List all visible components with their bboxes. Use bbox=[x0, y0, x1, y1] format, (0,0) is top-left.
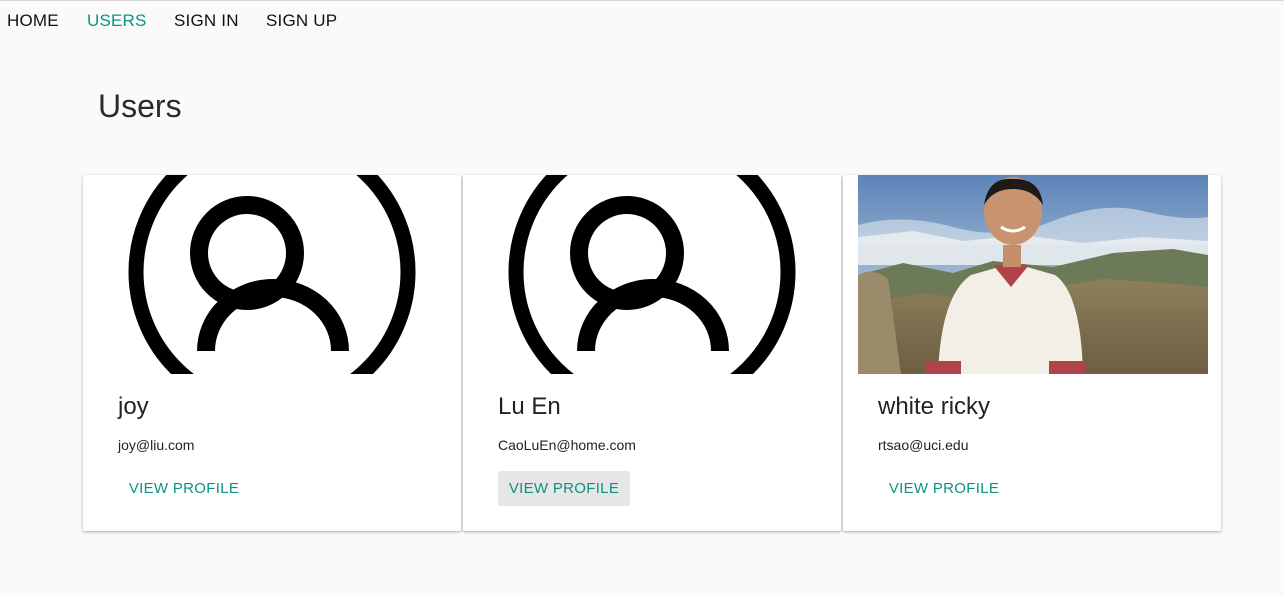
view-profile-button[interactable]: VIEW PROFILE bbox=[498, 471, 630, 506]
user-card: white ricky rtsao@uci.edu VIEW PROFILE bbox=[843, 175, 1221, 531]
user-avatar bbox=[83, 175, 461, 374]
top-nav: HOME USERS SIGN IN SIGN UP bbox=[0, 1, 1284, 39]
view-profile-button[interactable]: VIEW PROFILE bbox=[118, 471, 250, 506]
user-email: rtsao@uci.edu bbox=[878, 437, 969, 453]
page-title: Users bbox=[98, 88, 182, 124]
user-name: Lu En bbox=[498, 393, 561, 420]
nav-home[interactable]: HOME bbox=[7, 11, 59, 31]
user-avatar bbox=[463, 175, 841, 374]
user-email: joy@liu.com bbox=[118, 437, 195, 453]
view-profile-button[interactable]: VIEW PROFILE bbox=[878, 471, 1010, 506]
default-avatar-icon bbox=[128, 175, 416, 374]
user-card: Lu En CaoLuEn@home.com VIEW PROFILE bbox=[463, 175, 841, 531]
nav-users[interactable]: USERS bbox=[87, 11, 147, 31]
default-avatar-icon bbox=[508, 175, 796, 374]
user-email: CaoLuEn@home.com bbox=[498, 437, 636, 453]
user-card: joy joy@liu.com VIEW PROFILE bbox=[83, 175, 461, 531]
user-photo bbox=[843, 175, 1221, 374]
profile-photo bbox=[858, 175, 1208, 374]
nav-sign-up[interactable]: SIGN UP bbox=[266, 11, 337, 31]
user-name: white ricky bbox=[878, 393, 991, 420]
nav-sign-in[interactable]: SIGN IN bbox=[174, 11, 239, 31]
user-name: joy bbox=[118, 393, 149, 420]
